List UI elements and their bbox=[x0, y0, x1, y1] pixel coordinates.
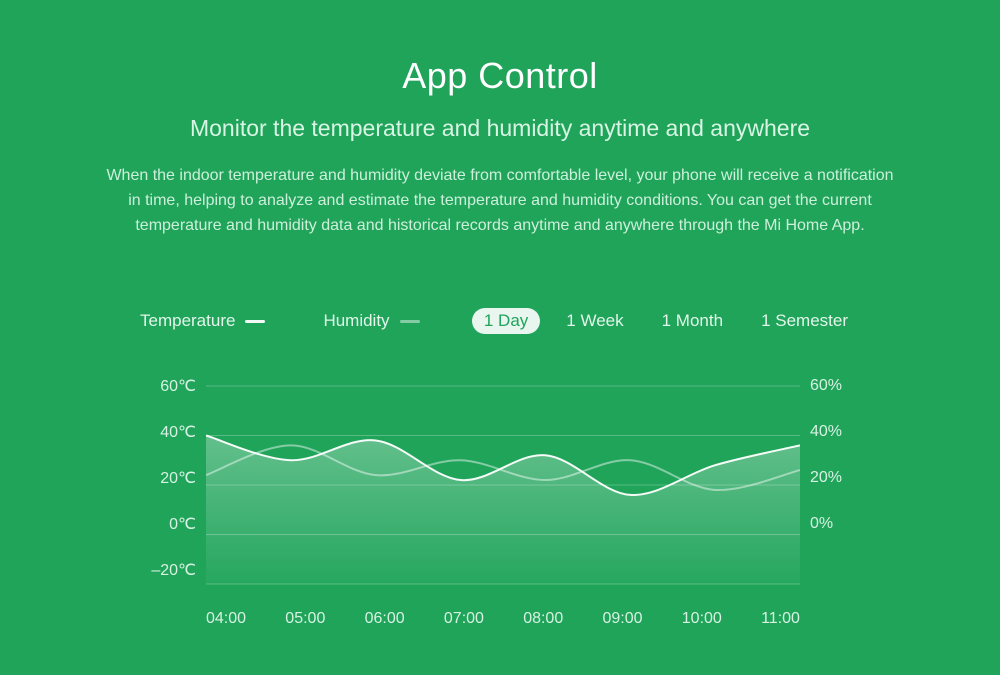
chart-svg bbox=[206, 374, 800, 604]
legend-and-range-row: Temperature Humidity 1 Day 1 Week 1 Mont… bbox=[140, 308, 860, 334]
x-axis: 04:00 05:00 06:00 07:00 08:00 09:00 10:0… bbox=[206, 610, 800, 628]
range-tab-semester[interactable]: 1 Semester bbox=[749, 308, 860, 334]
range-tabs: 1 Day 1 Week 1 Month 1 Semester bbox=[472, 308, 860, 334]
x-04: 04:00 bbox=[206, 610, 246, 628]
y-left-60: 60℃ bbox=[140, 376, 196, 396]
legend-temperature: Temperature bbox=[140, 311, 265, 331]
x-06: 06:00 bbox=[365, 610, 405, 628]
y-right-20: 20% bbox=[810, 469, 860, 487]
page-title: App Control bbox=[100, 55, 900, 97]
y-right-0: 0% bbox=[810, 515, 860, 533]
y-left-20: 20℃ bbox=[140, 468, 196, 488]
chart-plot: 60℃ 40℃ 20℃ 0℃ –20℃ 60% 40% 20% 0% bbox=[140, 374, 860, 624]
legend-temperature-swatch-icon bbox=[245, 320, 265, 323]
x-07: 07:00 bbox=[444, 610, 484, 628]
range-tab-month[interactable]: 1 Month bbox=[650, 308, 735, 334]
legend-humidity: Humidity bbox=[323, 311, 419, 331]
x-05: 05:00 bbox=[285, 610, 325, 628]
y-right-40: 40% bbox=[810, 423, 860, 441]
y-right-60: 60% bbox=[810, 377, 860, 395]
page-description: When the indoor temperature and humidity… bbox=[100, 164, 900, 238]
y-left-n20: –20℃ bbox=[140, 560, 196, 580]
legend-temperature-label: Temperature bbox=[140, 311, 235, 331]
y-left-40: 40℃ bbox=[140, 422, 196, 442]
legend-humidity-swatch-icon bbox=[400, 320, 420, 323]
chart-section: Temperature Humidity 1 Day 1 Week 1 Mont… bbox=[100, 308, 900, 624]
y-left-0: 0℃ bbox=[140, 514, 196, 534]
x-08: 08:00 bbox=[523, 610, 563, 628]
legend-humidity-label: Humidity bbox=[323, 311, 389, 331]
page-subtitle: Monitor the temperature and humidity any… bbox=[100, 115, 900, 142]
temperature-area bbox=[206, 436, 800, 585]
x-10: 10:00 bbox=[682, 610, 722, 628]
legend-group: Temperature Humidity bbox=[140, 311, 420, 331]
range-tab-week[interactable]: 1 Week bbox=[554, 308, 635, 334]
x-09: 09:00 bbox=[602, 610, 642, 628]
x-11: 11:00 bbox=[761, 610, 800, 628]
range-tab-day[interactable]: 1 Day bbox=[472, 308, 540, 334]
